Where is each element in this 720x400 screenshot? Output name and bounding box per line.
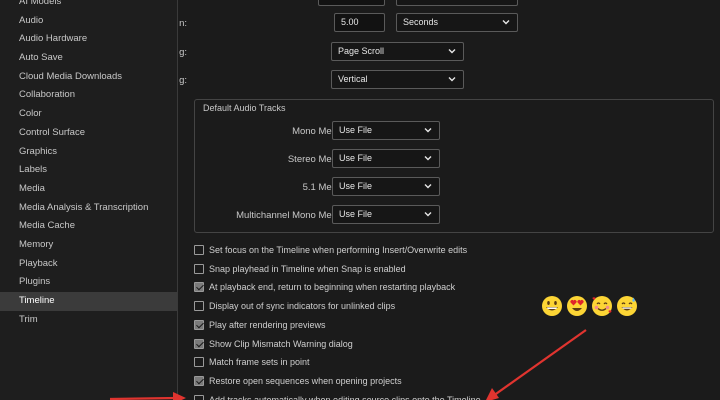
checkbox-checked[interactable] — [194, 338, 204, 349]
timeline-option-row[interactable]: Add tracks automatically when editing so… — [194, 392, 481, 400]
timeline-option-row[interactable]: Snap playhead in Timeline when Snap is e… — [194, 261, 406, 277]
sidebar-item-color[interactable]: Color — [0, 105, 177, 124]
checkbox-checked[interactable] — [194, 282, 204, 293]
auto-scrolling-value: Page Scroll — [338, 46, 385, 56]
timeline-preferences-panel: Still Image Default Duration: 5.00 Secon… — [179, 0, 720, 400]
timeline-option-row[interactable]: Restore open sequences when opening proj… — [194, 373, 402, 389]
sidebar-item-auto-save[interactable]: Auto Save — [0, 49, 177, 68]
sidebar-item-labels[interactable]: Labels — [0, 161, 177, 180]
grinning-face-with-sweat-icon — [617, 296, 637, 316]
timeline-option-row[interactable]: At playback end, return to beginning whe… — [194, 279, 455, 295]
top-clipped-field[interactable] — [318, 0, 385, 6]
chevron-down-icon — [424, 212, 432, 217]
sidebar-item-memory[interactable]: Memory — [0, 236, 177, 255]
timeline-option-label: Snap playhead in Timeline when Snap is e… — [209, 263, 406, 274]
sidebar-item-audio[interactable]: Audio — [0, 12, 177, 31]
stereo-media-dropdown[interactable]: Use File — [332, 149, 440, 168]
auto-scrolling-label: Timeline Playback Auto-Scrolling: — [179, 47, 187, 58]
smiling-face-with-hearts-icon — [592, 296, 612, 316]
sidebar-item-media-analysis-transcription[interactable]: Media Analysis & Transcription — [0, 199, 177, 218]
timeline-option-row[interactable]: Show Clip Mismatch Warning dialog — [194, 336, 353, 352]
mouse-scrolling-value: Vertical — [338, 74, 368, 84]
chevron-down-icon — [448, 77, 456, 82]
timeline-option-label: At playback end, return to beginning whe… — [209, 282, 456, 293]
sidebar-item-media[interactable]: Media — [0, 180, 177, 199]
sidebar-item-graphics[interactable]: Graphics — [0, 143, 177, 162]
sidebar-item-trim[interactable]: Trim — [0, 311, 177, 330]
sidebar-item-media-cache[interactable]: Media Cache — [0, 217, 177, 236]
emoji-overlay — [541, 295, 638, 319]
surround-media-dropdown[interactable]: Use File — [332, 177, 440, 196]
surround-media-value: Use File — [339, 181, 373, 191]
checkbox-unchecked[interactable] — [194, 301, 204, 312]
timeline-option-label: Display out of sync indicators for unlin… — [209, 301, 396, 312]
timeline-option-label: Add tracks automatically when editing so… — [209, 394, 481, 400]
mono-media-dropdown[interactable]: Use File — [332, 121, 440, 140]
still-image-duration-label: Still Image Default Duration: — [179, 18, 187, 29]
sidebar-item-cloud-media-downloads[interactable]: Cloud Media Downloads — [0, 68, 177, 87]
timeline-option-row[interactable]: Match frame sets in point — [194, 354, 310, 370]
checkbox-unchecked[interactable] — [194, 263, 204, 274]
chevron-down-icon — [424, 128, 432, 133]
mono-media-value: Use File — [339, 125, 373, 135]
sidebar-item-ai-models[interactable]: AI Models — [0, 0, 177, 12]
checkbox-checked[interactable] — [194, 375, 204, 386]
default-audio-tracks-group: Default Audio Tracks Mono Media: Use Fil… — [194, 99, 714, 233]
default-audio-tracks-title: Default Audio Tracks — [203, 103, 286, 113]
mouse-scrolling-dropdown[interactable]: Vertical — [331, 70, 464, 89]
multichannel-media-label: Multichannel Mono Media: — [236, 210, 347, 221]
checkbox-unchecked[interactable] — [194, 394, 204, 400]
checkbox-unchecked[interactable] — [194, 357, 204, 368]
chevron-down-icon — [424, 184, 432, 189]
heart-eyes-face-icon — [567, 296, 587, 316]
timeline-option-label: Show Clip Mismatch Warning dialog — [209, 338, 353, 349]
checkbox-unchecked[interactable] — [194, 245, 204, 255]
timeline-option-row[interactable]: Play after rendering previews — [194, 317, 326, 333]
auto-scrolling-dropdown[interactable]: Page Scroll — [331, 42, 464, 61]
chevron-down-icon — [502, 20, 510, 25]
timeline-option-label: Play after rendering previews — [209, 319, 326, 330]
grinning-face-icon — [542, 296, 562, 316]
multichannel-media-dropdown[interactable]: Use File — [332, 205, 440, 224]
sidebar-item-audio-hardware[interactable]: Audio Hardware — [0, 30, 177, 49]
multichannel-media-value: Use File — [339, 209, 373, 219]
sidebar-item-timeline[interactable]: Timeline — [0, 292, 177, 311]
checkbox-checked[interactable] — [194, 319, 204, 330]
mouse-scrolling-label: Timeline Mouse Scrolling: — [179, 75, 187, 86]
timeline-option-label: Set focus on the Timeline when performin… — [209, 245, 468, 255]
preferences-sidebar: AI Models Audio Audio Hardware Auto Save Clo… — [0, 0, 178, 400]
sidebar-item-playback[interactable]: Playback — [0, 255, 177, 274]
still-image-duration-input[interactable]: 5.00 — [334, 13, 385, 32]
timeline-option-label: Restore open sequences when opening proj… — [209, 375, 402, 386]
still-image-unit-value: Seconds — [403, 17, 439, 27]
chevron-down-icon — [424, 156, 432, 161]
timeline-option-row[interactable]: Set focus on the Timeline when performin… — [194, 242, 467, 258]
sidebar-item-collaboration[interactable]: Collaboration — [0, 86, 177, 105]
timeline-option-row[interactable]: Display out of sync indicators for unlin… — [194, 298, 395, 314]
stereo-media-value: Use File — [339, 153, 373, 163]
still-image-unit-dropdown[interactable]: Seconds — [396, 13, 518, 32]
top-clipped-dropdown[interactable] — [396, 0, 518, 6]
timeline-option-label: Match frame sets in point — [209, 357, 310, 368]
sidebar-item-control-surface[interactable]: Control Surface — [0, 124, 177, 143]
chevron-down-icon — [448, 49, 456, 54]
sidebar-list: AI Models Audio Audio Hardware Auto Save Clo… — [0, 0, 177, 329]
sidebar-item-plugins[interactable]: Plugins — [0, 273, 177, 292]
